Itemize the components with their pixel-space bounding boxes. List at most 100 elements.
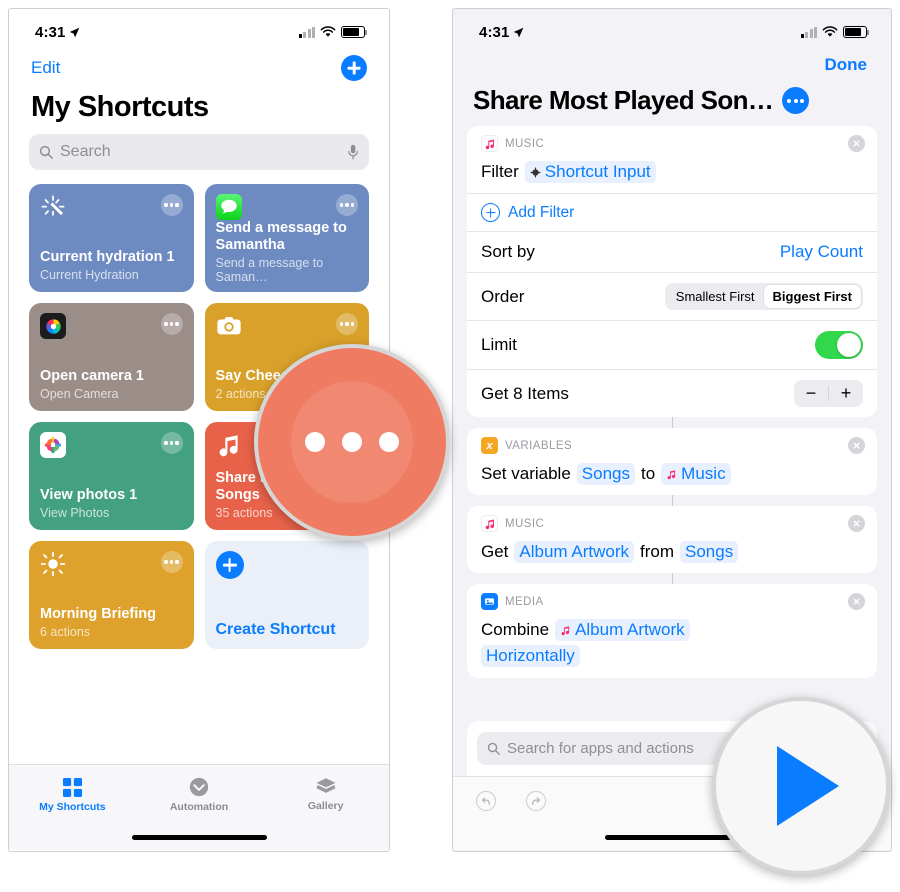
- card-menu-button[interactable]: [160, 194, 183, 216]
- home-indicator-area: [9, 824, 389, 850]
- card-title: Current hydration 1: [40, 248, 175, 265]
- search-icon: [39, 145, 53, 159]
- shortcut-card[interactable]: Open camera 1 Open Camera: [29, 303, 194, 411]
- sort-by-value[interactable]: Play Count: [780, 242, 863, 262]
- tab-label: Gallery: [307, 800, 344, 812]
- combine-direction-row: Horizontally: [467, 645, 877, 678]
- card-top: [216, 313, 358, 339]
- shortcut-input-icon: [530, 167, 541, 177]
- home-indicator[interactable]: [604, 834, 740, 840]
- card-title: Open camera 1: [40, 367, 144, 384]
- album-artwork-token[interactable]: Album Artwork: [555, 619, 690, 641]
- home-indicator[interactable]: [131, 834, 267, 840]
- close-icon[interactable]: [848, 593, 865, 610]
- create-shortcut-label: Create Shortcut: [215, 621, 336, 638]
- shortcut-card[interactable]: Current hydration 1 Current Hydration: [29, 184, 194, 292]
- action-connector: [671, 417, 673, 428]
- action-card-get-artwork[interactable]: MUSIC Get Album Artwork from Songs: [467, 506, 877, 573]
- action-connector: [671, 573, 673, 584]
- ellipsis-icon[interactable]: [305, 432, 399, 452]
- limit-toggle[interactable]: [815, 331, 863, 359]
- battery-icon: [843, 26, 870, 38]
- action-card-combine-images[interactable]: MEDIA Combine Album Artwork Horizontally: [467, 584, 877, 678]
- filter-row: Filter Shortcut Input: [467, 154, 877, 193]
- card-body: View photos 1 View Photos: [40, 487, 183, 520]
- search-input[interactable]: Search: [29, 134, 369, 170]
- card-body: Current hydration 1 Current Hydration: [40, 249, 183, 282]
- status-indicators: [800, 26, 870, 38]
- segment-smallest-first[interactable]: Smallest First: [667, 285, 764, 308]
- card-subtitle: Open Camera: [40, 387, 119, 401]
- action-connector: [671, 495, 673, 506]
- tab-gallery[interactable]: Gallery: [262, 777, 389, 812]
- to-label: to: [640, 464, 656, 483]
- add-shortcut-button[interactable]: [341, 55, 367, 81]
- undo-icon[interactable]: [475, 790, 497, 812]
- card-title: Send a message to Samantha: [215, 220, 347, 254]
- get-items-row: Get 8 Items − +: [467, 369, 877, 417]
- card-menu-button[interactable]: [336, 194, 358, 216]
- play-icon[interactable]: [777, 746, 839, 826]
- status-time-group: 4:31: [35, 24, 80, 41]
- songs-token[interactable]: Songs: [680, 541, 739, 563]
- segment-biggest-first[interactable]: Biggest First: [763, 285, 861, 308]
- stepper-plus-button[interactable]: +: [829, 380, 863, 407]
- close-icon[interactable]: [848, 515, 865, 532]
- location-arrow-icon: [514, 27, 524, 37]
- sort-by-row[interactable]: Sort by Play Count: [467, 231, 877, 272]
- page-title: My Shortcuts: [31, 91, 209, 123]
- card-menu-button[interactable]: [160, 551, 183, 573]
- limit-row: Limit: [467, 320, 877, 369]
- card-subtitle: Current Hydration: [40, 268, 139, 282]
- items-stepper[interactable]: − +: [794, 380, 863, 407]
- tab-my-shortcuts[interactable]: My Shortcuts: [9, 777, 136, 813]
- layers-icon: [316, 778, 336, 793]
- cellular-bars-icon: [298, 26, 315, 38]
- card-subtitle: Send a message to Saman…: [215, 256, 324, 285]
- action-card-header: MEDIA: [467, 584, 877, 612]
- from-label: from: [640, 542, 674, 561]
- action-card-set-variable[interactable]: x VARIABLES Set variable Songs to Music: [467, 428, 877, 495]
- left-nav-row: Edit: [9, 49, 389, 83]
- done-button[interactable]: Done: [825, 55, 868, 75]
- album-artwork-token[interactable]: Album Artwork: [514, 541, 634, 563]
- camera-app-icon: [40, 313, 66, 339]
- microphone-icon[interactable]: [347, 144, 359, 160]
- action-card-music-filter[interactable]: MUSIC Filter Shortcut Input Add Filter S…: [467, 126, 877, 417]
- get-label: Get: [481, 542, 509, 561]
- card-menu-button[interactable]: [160, 313, 183, 335]
- close-icon[interactable]: [848, 135, 865, 152]
- close-icon[interactable]: [848, 437, 865, 454]
- ellipsis-circle-icon[interactable]: [782, 87, 810, 114]
- sun-icon: [40, 551, 66, 577]
- card-menu-button[interactable]: [160, 432, 183, 454]
- edit-button[interactable]: Edit: [31, 58, 60, 78]
- card-subtitle: View Photos: [40, 506, 110, 520]
- right-status-bar: 4:31: [453, 9, 891, 49]
- order-segmented-control[interactable]: Smallest First Biggest First: [664, 283, 863, 310]
- action-category: VARIABLES: [505, 439, 573, 452]
- card-top: [40, 432, 183, 458]
- add-filter-label: Add Filter: [508, 203, 575, 221]
- horizontally-token[interactable]: Horizontally: [481, 645, 580, 667]
- music-note-icon: [219, 435, 238, 457]
- shortcut-input-token[interactable]: Shortcut Input: [524, 161, 656, 183]
- redo-icon[interactable]: [525, 790, 547, 812]
- card-top: [40, 313, 183, 339]
- shortcut-card[interactable]: Send a message to Samantha Send a messag…: [204, 184, 369, 292]
- combine-label: Combine: [481, 620, 550, 639]
- variable-name-token[interactable]: Songs: [576, 463, 635, 485]
- stepper-minus-button[interactable]: −: [794, 380, 828, 407]
- tab-automation[interactable]: Automation: [136, 776, 263, 813]
- tab-label: My Shortcuts: [39, 800, 106, 813]
- music-value-token[interactable]: Music: [661, 463, 731, 485]
- add-filter-button[interactable]: Add Filter: [467, 193, 877, 231]
- variable-x-icon: x: [481, 437, 498, 454]
- music-app-icon: [481, 515, 498, 532]
- tab-bar: My Shortcuts Automation Gallery: [9, 764, 389, 824]
- shortcut-card[interactable]: View photos 1 View Photos: [29, 422, 194, 530]
- card-menu-button[interactable]: [336, 313, 358, 335]
- create-shortcut-card[interactable]: Create Shortcut: [204, 541, 369, 649]
- play-button-magnifier: [712, 697, 890, 875]
- shortcut-card[interactable]: Morning Briefing 6 actions: [29, 541, 194, 649]
